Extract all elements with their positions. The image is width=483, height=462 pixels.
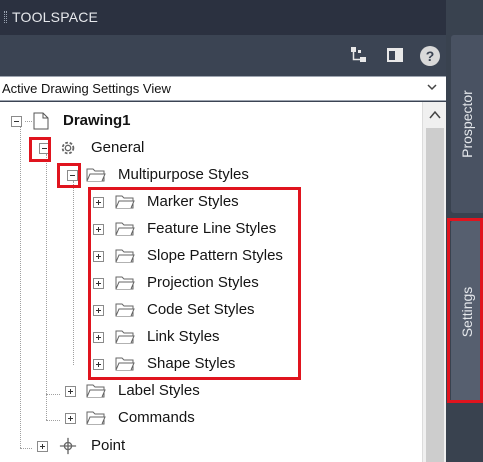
gear-icon [61,141,75,155]
tree-node-label-styles[interactable]: Label Styles [0,380,420,404]
tree-node-label: Point [91,437,126,454]
toolspace-side-tabs: Prospector Settings [446,0,483,462]
folder-icon [86,384,106,398]
window-title: TOOLSPACE [12,9,99,25]
view-selector-value: Active Drawing Settings View [2,81,171,96]
tree-node-point[interactable]: Point [0,435,420,459]
help-icon[interactable]: ? [419,45,440,66]
drag-grip-icon[interactable] [4,11,7,23]
tree-node-drawing1[interactable]: Drawing1 [0,110,420,134]
highlight-box-settings-tab [447,218,483,403]
tree-vertical-scrollbar[interactable] [422,102,446,462]
scroll-up-icon[interactable] [429,110,441,120]
highlight-box-multipurpose-toggle [57,163,81,188]
folder-icon [86,168,106,182]
folder-icon [86,411,106,425]
panel-layout-icon[interactable] [385,45,405,65]
highlight-box-multipurpose-children [88,187,301,380]
expand-toggle[interactable] [37,441,48,452]
expand-toggle[interactable] [65,413,76,424]
tree-node-label: Drawing1 [63,112,131,129]
toolspace-title-bar[interactable]: TOOLSPACE [0,0,446,35]
tree-node-label: Label Styles [118,382,200,399]
tree-node-label: Commands [118,409,195,426]
view-selector-dropdown[interactable]: Active Drawing Settings View [0,76,446,101]
svg-text:?: ? [426,48,435,64]
drawing-document-icon [33,112,49,130]
toolspace-tree-icon[interactable] [349,45,369,65]
point-icon [59,437,77,455]
expand-toggle[interactable] [65,386,76,397]
tree-node-general[interactable]: General [0,137,420,161]
tab-label: Prospector [459,90,475,158]
tree-node-label: General [91,139,145,156]
tree-node-label: Multipurpose Styles [118,166,249,183]
tree-node-commands[interactable]: Commands [0,407,420,431]
settings-tree[interactable]: Drawing1 General Multipurpose Styles Mar… [0,102,422,462]
chevron-down-icon[interactable] [426,81,438,93]
toolspace-toolbar: ? [0,35,446,76]
highlight-box-general-toggle [29,137,51,162]
scrollbar-thumb[interactable] [426,128,444,462]
tab-prospector[interactable]: Prospector [451,35,483,213]
collapse-toggle[interactable] [11,116,22,127]
